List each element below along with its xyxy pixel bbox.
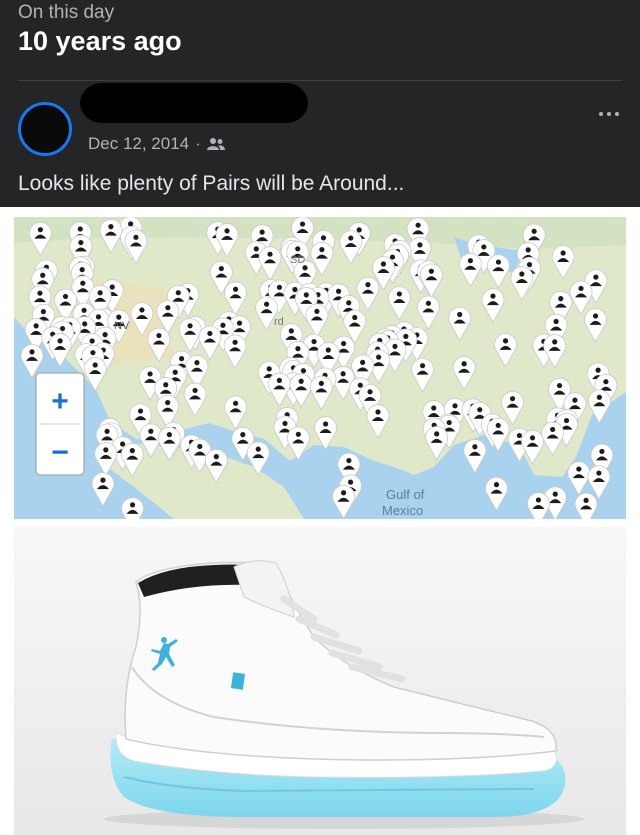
map-label-gulf-line2: Mexico: [382, 503, 423, 518]
post-date[interactable]: Dec 12, 2014: [88, 134, 189, 154]
divider: [18, 80, 622, 81]
memory-years-ago: 10 years ago: [18, 26, 182, 56]
post-text: Looks like plenty of Pairs will be Aroun…: [18, 172, 405, 195]
redacted-author-name: [80, 83, 308, 123]
map-label-gulf-line1: Gulf of: [386, 487, 425, 502]
map-label-sd: SD: [290, 254, 305, 266]
shoe-image: [14, 527, 626, 835]
more-dot: [615, 112, 619, 116]
map-label-nv: NV: [114, 320, 130, 332]
map-label-nd: rd: [274, 316, 284, 328]
post-meta: Dec 12, 2014 ·: [88, 134, 225, 154]
memory-label: On this day: [18, 2, 115, 23]
zoom-out-button[interactable]: −: [51, 436, 69, 469]
map-pin: [121, 497, 144, 519]
avatar[interactable]: [18, 102, 72, 156]
post-photo[interactable]: NV SD rd Gulf of Mexico + −: [0, 207, 640, 835]
more-dot: [607, 112, 611, 116]
map-image: NV SD rd Gulf of Mexico + −: [14, 217, 626, 519]
zoom-in-button[interactable]: +: [51, 385, 69, 418]
meta-separator: ·: [195, 134, 201, 153]
friends-icon[interactable]: [206, 137, 225, 151]
more-dot: [599, 112, 603, 116]
more-options-button[interactable]: [594, 104, 624, 124]
